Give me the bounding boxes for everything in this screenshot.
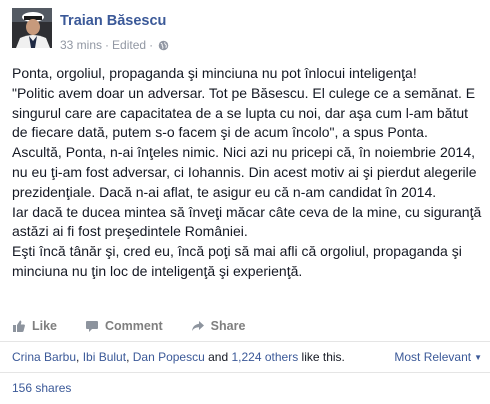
- post-paragraph: Eşti încă tânăr şi, cred eu, încă poţi s…: [12, 243, 462, 279]
- divider: [0, 372, 490, 373]
- author-name[interactable]: Traian Băsescu: [60, 13, 166, 29]
- liker-name[interactable]: Crina Barbu: [12, 350, 76, 364]
- likes-comma: ,: [126, 350, 133, 364]
- share-arrow-icon: [191, 321, 204, 331]
- liker-name[interactable]: Ibi Bulut: [83, 350, 126, 364]
- likes-comma: ,: [76, 350, 83, 364]
- post-header: Traian Băsescu 33 mins · Edited ·: [12, 8, 482, 52]
- thumbs-up-icon: [13, 320, 25, 332]
- share-button[interactable]: Share: [191, 319, 246, 333]
- facebook-post: Traian Băsescu 33 mins · Edited · Ponta,…: [0, 0, 490, 404]
- meta-separator: ·: [105, 38, 110, 52]
- post-paragraph: Iar dacă te ducea mintea să înveţi măcar…: [12, 203, 482, 240]
- share-label: Share: [210, 319, 246, 333]
- others-link[interactable]: 1,224 others: [231, 350, 298, 364]
- like-button[interactable]: Like: [12, 319, 57, 333]
- likes-suffix: like this.: [298, 350, 345, 364]
- shares-count-link[interactable]: 156 shares: [12, 381, 71, 395]
- edited-label[interactable]: Edited: [112, 38, 146, 52]
- sort-label: Most Relevant: [394, 350, 472, 364]
- likes-summary: Crina Barbu, Ibi Bulut, Dan Popescu and …: [12, 350, 345, 364]
- post-text: Ponta, orgoliul, propaganda şi minciuna …: [12, 64, 484, 282]
- liker-name[interactable]: Dan Popescu: [133, 350, 205, 364]
- avatar[interactable]: [12, 8, 52, 48]
- post-paragraph: Ascultă, Ponta, n-ai înţeles nimic. Nici…: [12, 144, 477, 200]
- divider: [0, 341, 490, 342]
- globe-icon[interactable]: [158, 40, 169, 51]
- post-paragraph: Ponta, orgoliul, propaganda şi minciuna …: [12, 65, 417, 81]
- post-paragraph: "Politic avem doar un adversar. Tot pe B…: [12, 84, 476, 141]
- comment-icon: [86, 321, 99, 332]
- post-meta: 33 mins · Edited ·: [60, 38, 169, 52]
- likes-and: and: [204, 350, 232, 364]
- avatar-photo-icon: [12, 8, 52, 48]
- timestamp[interactable]: 33 mins: [60, 38, 102, 52]
- caret-down-icon: ▼: [474, 352, 482, 362]
- sort-dropdown[interactable]: Most Relevant ▼: [394, 350, 482, 364]
- comment-button[interactable]: Comment: [85, 319, 163, 333]
- meta-separator-2: ·: [149, 38, 154, 52]
- post-actions: Like Comment Share: [12, 316, 273, 336]
- like-label: Like: [32, 319, 58, 333]
- comment-label: Comment: [105, 319, 163, 333]
